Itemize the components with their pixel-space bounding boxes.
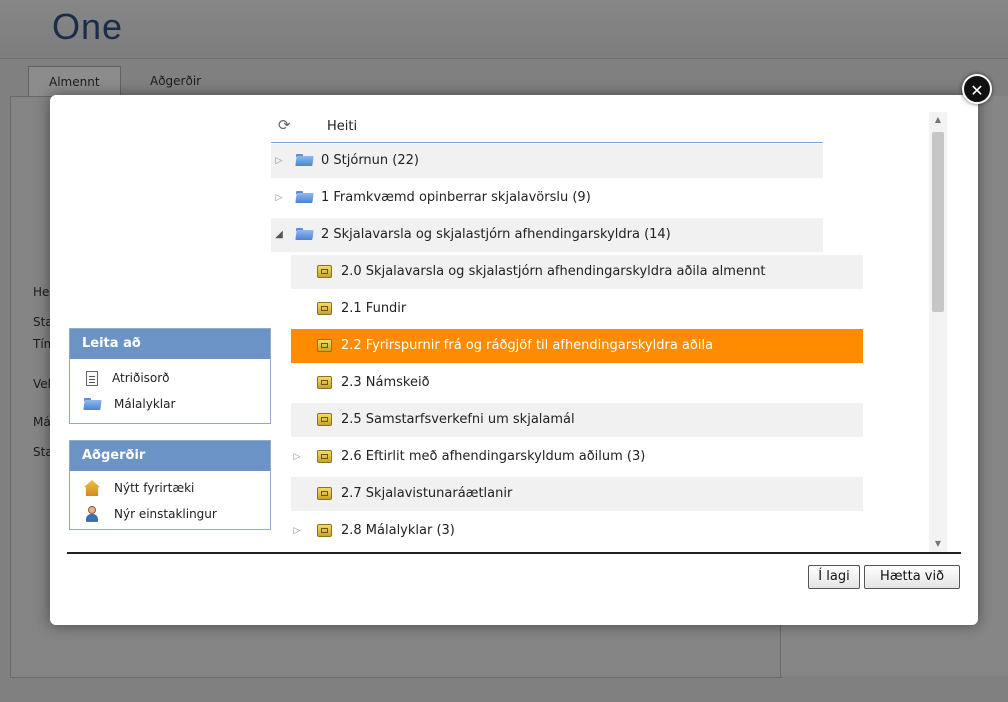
tree-row-label: 2.5 Samstarfsverkefni um skjalamál [341,412,575,427]
refresh-icon[interactable]: ⟳ [278,116,291,134]
case-folder-icon [317,413,332,426]
actions-panel-title: Aðgerðir [70,441,270,471]
tree-row-label: 2 Skjalavarsla og skjalastjórn afhending… [321,227,671,242]
folder-icon [296,191,313,203]
tree-row[interactable]: ▷ 2.8 Málalyklar (3) [291,514,863,548]
action-label: Nýtt fyrirtæki [114,481,195,495]
case-folder-icon [317,487,332,500]
tree-row[interactable]: 2.1 Fundir [291,292,863,326]
actions-panel: Aðgerðir Nýtt fyrirtæki Nýr einstaklingu… [69,440,271,530]
tree-row[interactable]: ▷ 1 Framkvæmd opinberrar skjalavörslu (9… [271,181,823,215]
tree-row-label: 2.0 Skjalavarsla og skjalastjórn afhendi… [341,264,766,279]
column-title[interactable]: Heiti [327,119,357,134]
folder-icon [84,396,100,412]
expand-icon[interactable]: ▷ [291,440,303,474]
scroll-down-icon[interactable]: ▼ [929,536,947,552]
tree-row-label: 2.2 Fyrirspurnir frá og ráðgjöf til afhe… [341,338,714,353]
search-item-case-keys[interactable]: Málalyklar [70,391,270,417]
scrollbar-thumb[interactable] [932,132,944,312]
tree-scrollbar[interactable]: ▲ ▼ [929,112,947,552]
folder-icon [296,154,313,166]
case-folder-icon [317,265,332,278]
tree-row[interactable]: ◢ 2 Skjalavarsla og skjalastjórn afhendi… [271,218,823,252]
case-key-tree: ▷ 0 Stjórnun (22) ▷ 1 Framkvæmd opinberr… [271,144,925,552]
tree-row[interactable]: ▷ 0 Stjórnun (22) [271,144,823,178]
collapse-icon[interactable]: ◢ [273,218,285,252]
tree-row[interactable]: 2.5 Samstarfsverkefni um skjalamál [291,403,863,437]
tree-row-label: 1 Framkvæmd opinberrar skjalavörslu (9) [321,190,591,205]
house-icon [84,480,100,496]
tree-row[interactable]: 2.7 Skjalavistunaráætlanir [291,477,863,511]
tree-row-label: 0 Stjórnun (22) [321,153,419,168]
tree-row[interactable]: ▷ 2.6 Eftirlit með afhendingarskyldum að… [291,440,863,474]
tree-header: ⟳ Heiti [271,112,823,143]
case-folder-icon [317,524,332,537]
tree-row[interactable]: 2.3 Námskeið [291,366,863,400]
tree-row-label: 2.3 Námskeið [341,375,430,390]
action-label: Nýr einstaklingur [114,507,217,521]
tree-row-label: 2.8 Málalyklar (3) [341,523,455,538]
search-item-keywords[interactable]: Atriðisorð [70,365,270,391]
document-icon [86,370,98,386]
tree-row-selected[interactable]: 2.2 Fyrirspurnir frá og ráðgjöf til afhe… [291,329,863,363]
tree-row-label: 2.6 Eftirlit með afhendingarskyldum aðil… [341,449,646,464]
person-icon [84,506,100,522]
action-new-person[interactable]: Nýr einstaklingur [70,501,270,527]
case-folder-icon [317,376,332,389]
scroll-up-icon[interactable]: ▲ [929,112,947,128]
case-folder-icon [317,339,332,352]
tree-row[interactable]: 2.0 Skjalavarsla og skjalastjórn afhendi… [291,255,863,289]
search-panel-title: Leita að [70,329,270,359]
expand-icon[interactable]: ▷ [291,514,303,548]
search-item-label: Málalyklar [114,397,176,411]
close-icon[interactable]: ✕ [962,74,992,104]
expand-icon[interactable]: ▷ [273,144,285,178]
action-new-company[interactable]: Nýtt fyrirtæki [70,475,270,501]
case-folder-icon [317,302,332,315]
footer-divider [67,552,961,554]
cancel-button[interactable]: Hætta við [864,565,960,589]
folder-icon [296,228,313,240]
tree-row-label: 2.7 Skjalavistunaráætlanir [341,486,513,501]
dialog-content: Leita að Atriðisorð Málalyklar Aðgerðir … [67,112,961,607]
search-panel: Leita að Atriðisorð Málalyklar [69,328,271,424]
expand-icon[interactable]: ▷ [273,181,285,215]
tree-row-label: 2.1 Fundir [341,301,407,316]
case-key-dialog: Leita að Atriðisorð Málalyklar Aðgerðir … [50,95,978,625]
case-folder-icon [317,450,332,463]
ok-button[interactable]: Í lagi [808,565,860,589]
search-item-label: Atriðisorð [112,371,170,385]
